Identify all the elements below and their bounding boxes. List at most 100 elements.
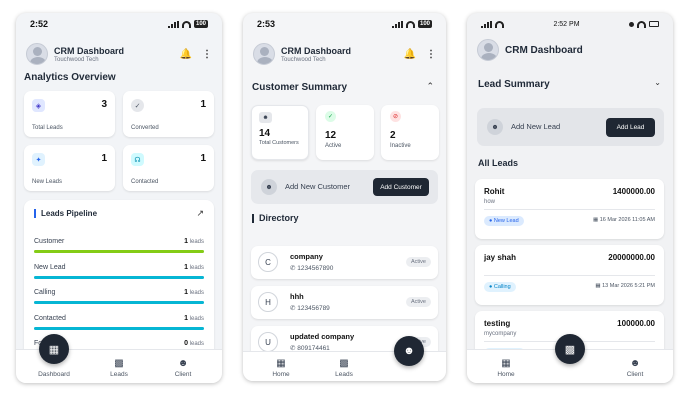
lead-card[interactable]: jay shah 20000000.00 ● Calling ▦ 13 Mar 202… <box>475 245 664 305</box>
more-vert-icon[interactable]: ⋮ <box>202 49 212 60</box>
signal-icon <box>391 20 403 28</box>
lead-date: ▦ 13 Mar 2026 5:21 PM <box>595 283 655 289</box>
pipeline-stage-count: 1 leads <box>184 314 204 322</box>
directory-marker <box>252 214 254 223</box>
battery-icon: 100 <box>417 20 432 28</box>
nav-leads[interactable]: ▩ Leads <box>319 358 369 378</box>
all-leads-title: All Leads <box>478 158 519 168</box>
battery-icon: 100 <box>193 20 208 28</box>
status-time: 2:52 PM <box>553 20 580 28</box>
pipeline-progress-fill <box>34 326 204 330</box>
status-time: 2:53 <box>257 19 276 29</box>
app-header: CRM Dashboard <box>467 35 673 65</box>
add-lead-button[interactable]: Add Lead <box>606 118 655 137</box>
initial-avatar: U <box>258 332 278 352</box>
initial-avatar: H <box>258 292 278 312</box>
pipeline-progress-fill <box>34 275 204 279</box>
avatar[interactable] <box>477 39 499 61</box>
lead-date: ▦ 16 Mar 2026 11:05 AM <box>593 217 655 223</box>
stat-card-active[interactable]: ✓ 12 Active <box>316 105 374 160</box>
bottom-nav: ▦ Home ▩ Leads ☻ <box>243 336 446 381</box>
customer-name: company <box>290 252 323 261</box>
people-icon: ☻ <box>629 358 641 369</box>
pipeline-stage-count: 1 leads <box>184 263 204 271</box>
headset-icon: ☊ <box>131 153 144 166</box>
avatar[interactable] <box>26 43 48 65</box>
lead-status-pill: ● Calling <box>484 282 516 292</box>
people-icon: ☻ <box>177 358 189 369</box>
grid-icon: ▦ <box>501 358 511 369</box>
signal-icon <box>167 20 179 28</box>
leads-fab[interactable]: ▩ <box>555 334 585 364</box>
pipeline-progress-fill <box>34 250 204 253</box>
avatar[interactable] <box>253 43 275 65</box>
stat-card-converted[interactable]: ✓ 1 Converted <box>123 91 214 137</box>
grid-icon: ▦ <box>48 343 60 356</box>
pipeline-stage-count: 0 leads <box>184 340 204 347</box>
lead-value: 100000.00 <box>617 319 655 328</box>
chart-icon: ▩ <box>564 343 576 356</box>
sparkle-icon: ✦ <box>32 153 45 166</box>
add-lead-bar: ☻ Add New Lead Add Lead <box>477 108 664 146</box>
pipeline-progress-bar <box>34 250 204 253</box>
person-add-icon: ☻ <box>261 179 277 195</box>
lead-card[interactable]: Rohit 1400000.00 how ● New Lead ▦ 16 Mar 202… <box>475 179 664 239</box>
trending-icon: ↗ <box>196 208 204 218</box>
grid-icon: ▦ <box>276 358 286 369</box>
stat-card-new-leads[interactable]: ✦ 1 New Leads <box>24 145 115 191</box>
stat-card-contacted[interactable]: ☊ 1 Contacted <box>123 145 214 191</box>
divider <box>484 209 655 210</box>
nav-dashboard[interactable]: Dashboard <box>29 371 79 378</box>
customer-list-item[interactable]: Hhhh ✆ 123456789 Active <box>251 286 438 319</box>
pipeline-row: New Lead 1 leads <box>34 264 204 286</box>
pipeline-stage-count: 1 leads <box>184 238 204 245</box>
pipeline-stage-name: Customer <box>34 238 65 245</box>
app-title: CRM Dashboard <box>281 45 352 56</box>
analytics-overview-title: Analytics Overview <box>24 72 116 83</box>
stat-card-total-leads[interactable]: ◈ 3 Total Leads <box>24 91 115 137</box>
chevron-down-icon[interactable]: ⌄ <box>654 78 661 87</box>
chevron-up-icon[interactable]: ⌃ <box>426 81 434 92</box>
check-circle-icon: ✓ <box>131 99 144 112</box>
customers-fab[interactable]: ☻ <box>394 336 424 366</box>
lead-value: 1400000.00 <box>612 187 655 196</box>
pipeline-row: Calling 1 leads <box>34 289 204 311</box>
app-subtitle: Touchwood Tech <box>281 56 326 63</box>
app-header: CRM Dashboard Touchwood Tech 🔔 ⋮ <box>243 39 446 69</box>
status-bar: 2:53 100 <box>243 13 446 35</box>
stat-card-total-customers[interactable]: ☻ 14 Total Customers <box>251 105 309 160</box>
stat-card-inactive[interactable]: ⊘ 2 Inactive <box>381 105 439 160</box>
status-bar: 2:52 100 <box>16 13 222 35</box>
person-add-icon: ☻ <box>487 119 503 135</box>
dashboard-fab[interactable]: ▦ <box>39 334 69 364</box>
pipeline-stage-name: Contacted <box>34 314 66 322</box>
wifi-icon <box>405 20 415 28</box>
nav-client[interactable]: ☻ Client <box>158 358 208 378</box>
calendar-icon: ▦ <box>593 217 599 223</box>
add-customer-bar: ☻ Add New Customer Add Customer <box>251 170 438 204</box>
nav-client[interactable]: ☻ Client <box>610 358 660 378</box>
nav-home[interactable]: ▦ Home <box>481 358 531 378</box>
lead-status-pill: ● New Lead <box>484 216 524 226</box>
customer-list-item[interactable]: Ccompany ✆ 1234567890 Active <box>251 246 438 279</box>
divider <box>484 275 655 276</box>
pipeline-progress-fill <box>34 301 204 304</box>
app-title: CRM Dashboard <box>54 45 125 56</box>
bell-icon[interactable]: 🔔 <box>180 49 192 60</box>
phone-icon: ✆ <box>290 265 296 272</box>
add-customer-button[interactable]: Add Customer <box>373 178 429 196</box>
phone-screen-leads: 2:52 PM CRM Dashboard Lead Summary ⌄ ☻ A… <box>467 13 673 383</box>
status-bar: 2:52 PM <box>467 13 673 35</box>
nav-home[interactable]: ▦ Home <box>256 358 306 378</box>
nav-leads[interactable]: ▩ Leads <box>94 358 144 378</box>
wifi-icon <box>181 20 191 28</box>
initial-avatar: C <box>258 252 278 272</box>
pipeline-stage-count: 1 leads <box>184 289 204 296</box>
bottom-nav: ▦ Dashboard ▩ Leads ☻ Client <box>16 334 222 383</box>
lead-name: jay shah <box>484 253 517 262</box>
more-vert-icon[interactable]: ⋮ <box>426 49 436 60</box>
group-icon: ☻ <box>259 112 272 123</box>
people-icon: ☻ <box>403 345 415 357</box>
pipeline-progress-bar <box>34 301 204 304</box>
bell-icon[interactable]: 🔔 <box>404 49 416 60</box>
